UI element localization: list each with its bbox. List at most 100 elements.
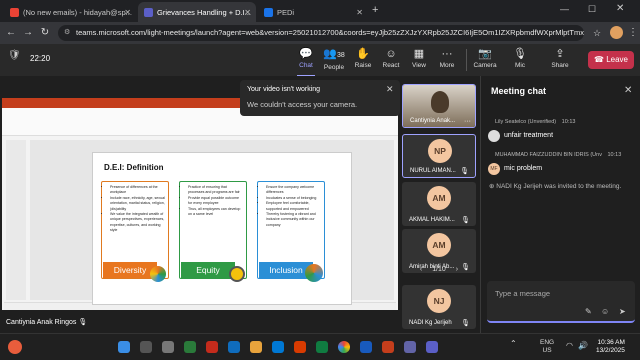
mic-icon: 🎙 — [461, 217, 470, 224]
hand-icon: ✋ — [356, 48, 370, 60]
close-icon[interactable]: ✕ — [386, 84, 394, 95]
avatar: AM — [427, 233, 451, 257]
task-view-icon[interactable] — [162, 341, 174, 353]
next-page-button[interactable]: › — [456, 266, 458, 273]
close-icon[interactable]: ✕ — [244, 8, 251, 17]
edge-icon[interactable] — [228, 341, 240, 353]
person-add-icon: ⊕ — [489, 183, 495, 190]
more-icon[interactable]: ··· — [464, 118, 471, 125]
close-icon[interactable]: ✕ — [124, 8, 131, 17]
camera-off-icon: 📷 — [478, 48, 492, 60]
forward-icon[interactable]: → — [21, 26, 35, 40]
chat-message: Lily Seatelco (Unverified) 10:13 — [495, 119, 576, 125]
more-button[interactable]: ··· More — [432, 47, 462, 69]
send-icon[interactable]: ➤ — [619, 307, 626, 316]
message-input[interactable]: Type a message — [495, 289, 550, 298]
reload-icon[interactable]: ↻ — [38, 26, 52, 40]
person-silhouette — [431, 91, 449, 113]
mic-icon: 🎙 — [78, 319, 88, 326]
participant-tile[interactable]: NJ NADI Kg Jerijeh 🎙 — [402, 285, 476, 329]
equity-label: Equity — [181, 262, 235, 278]
app-icon[interactable] — [294, 341, 306, 353]
close-icon[interactable]: ✕ — [356, 8, 363, 17]
teams-icon[interactable] — [426, 341, 438, 353]
chat-message: MUHAMMAD FAIZZUDDIN BIN IDRIS (Unv 10:13 — [495, 152, 622, 158]
emoji-icon[interactable]: ☺ — [601, 307, 609, 316]
share-button[interactable]: ⇪ Share — [545, 47, 575, 69]
windows-taskbar: ⌃ ENG US ◠ 🔊 10:36 AM 13/2/2025 — [0, 333, 640, 360]
participant-tile[interactable]: NP NURUL AIMAN... 🎙 — [402, 134, 476, 178]
chat-title: Meeting chat — [491, 86, 547, 96]
tray-chevron-icon[interactable]: ⌃ — [510, 339, 517, 348]
inclusion-graphic — [305, 264, 323, 282]
menu-icon[interactable]: ⋮ — [626, 26, 640, 40]
react-button[interactable]: ☺ React — [376, 47, 406, 69]
volume-icon[interactable]: 🔊 — [578, 341, 588, 350]
prev-page-button[interactable]: ‹ — [420, 266, 422, 273]
people-button[interactable]: 👥38 People — [319, 47, 349, 71]
tab-pedi[interactable]: PEDi ✕ — [258, 2, 368, 22]
app-icon[interactable] — [206, 341, 218, 353]
wifi-icon[interactable]: ◠ — [566, 341, 573, 350]
address-bar-row: ← → ↻ ⚙ teams.microsoft.com/light-meetin… — [0, 22, 640, 44]
view-button[interactable]: ▦ View — [404, 47, 434, 69]
chat-button[interactable]: 💬 Chat — [291, 47, 321, 77]
start-icon[interactable] — [118, 341, 130, 353]
microphone-icon: 🎙 — [513, 48, 527, 60]
equity-graphic — [229, 266, 245, 282]
clock[interactable]: 10:36 AM 13/2/2025 — [596, 339, 625, 355]
search-icon[interactable] — [140, 341, 152, 353]
page-icon — [264, 7, 273, 17]
maximize-button[interactable]: ☐ — [588, 4, 596, 15]
avatar: NP — [428, 139, 452, 163]
profile-avatar[interactable] — [610, 26, 623, 39]
participant-tile[interactable]: Cantiynia Anak... ··· — [402, 84, 476, 128]
meeting-toolbar: 🛡 22:20 💬 Chat 👥38 People ✋ Raise ☺ React ▦ V… — [0, 44, 640, 77]
back-icon[interactable]: ← — [4, 26, 18, 40]
notification-icon[interactable] — [8, 340, 22, 354]
notice-body: We couldn't access your camera. — [247, 100, 358, 109]
share-icon: ⇪ — [555, 48, 565, 60]
notice-title: Your video isn't working — [247, 86, 321, 93]
meeting-timer: 22:20 — [30, 54, 51, 63]
app-icon[interactable] — [184, 341, 196, 353]
diversity-label: Diversity — [103, 262, 157, 278]
new-tab-button[interactable]: + — [372, 4, 378, 16]
teams-icon[interactable] — [404, 341, 416, 353]
close-window-button[interactable]: ✕ — [616, 3, 624, 14]
close-icon[interactable]: ✕ — [624, 85, 632, 96]
message-compose-box[interactable]: Type a message ✎ ☺ ➤ — [487, 281, 635, 323]
more-icon: ··· — [441, 48, 453, 60]
camera-button[interactable]: 📷 Camera — [470, 47, 500, 69]
phone-icon: ☎ — [594, 55, 604, 64]
store-icon[interactable] — [272, 341, 284, 353]
tab-email[interactable]: (No new emails) - hidayah@sp... ✕ — [4, 2, 136, 22]
url-field[interactable]: ⚙ teams.microsoft.com/light-meetings/lau… — [58, 25, 584, 41]
video-notice: Your video isn't working We couldn't acc… — [240, 80, 400, 116]
diversity-graphic — [150, 266, 166, 282]
raise-hand-button[interactable]: ✋ Raise — [348, 47, 378, 69]
chat-icon: 💬 — [299, 48, 313, 60]
star-icon[interactable]: ☆ — [590, 26, 604, 40]
language-indicator[interactable]: ENG US — [540, 339, 554, 355]
mic-button[interactable]: 🎙 Mic — [505, 47, 535, 69]
participant-tile[interactable]: AM AKMAL HAKIM... 🎙 — [402, 182, 476, 226]
gmail-icon — [10, 7, 19, 17]
chrome-icon[interactable] — [338, 341, 350, 353]
avatar: MF — [488, 163, 500, 175]
word-icon[interactable] — [360, 341, 372, 353]
divider — [466, 49, 467, 71]
excel-icon[interactable] — [316, 341, 328, 353]
browser-tab-strip: (No new emails) - hidayah@sp... ✕ Grieva… — [0, 0, 640, 22]
site-info-icon[interactable]: ⚙ — [64, 25, 70, 41]
mic-icon: 🎙 — [460, 168, 469, 175]
slide-thumbnails — [6, 140, 26, 300]
folder-icon[interactable] — [250, 341, 262, 353]
minimize-button[interactable]: — — [560, 4, 569, 14]
people-icon: 👥38 — [323, 48, 345, 60]
format-icon[interactable]: ✎ — [585, 307, 592, 316]
mic-icon: 🎙 — [461, 320, 470, 327]
leave-button[interactable]: ☎ Leave — [588, 51, 634, 69]
powerpoint-icon[interactable] — [382, 341, 394, 353]
tab-teams[interactable]: Grievances Handling + D.I... ✕ — [138, 2, 256, 22]
